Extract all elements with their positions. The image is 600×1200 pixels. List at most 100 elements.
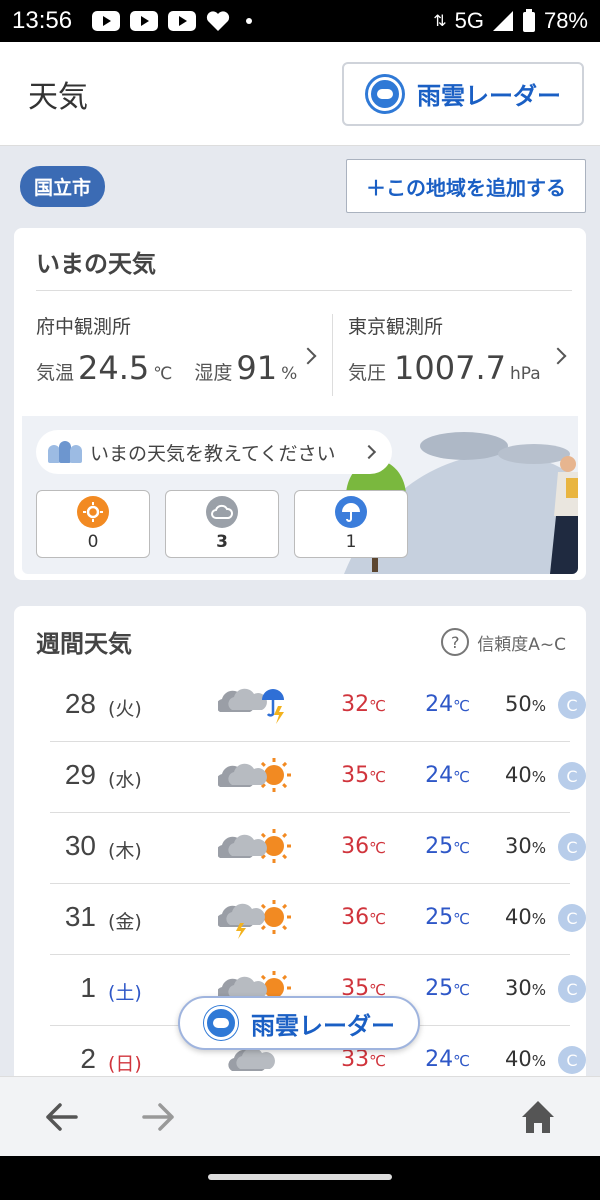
floating-rain-radar-label: 雨雲レーダー — [251, 1011, 395, 1040]
low-unit: ℃ — [453, 768, 470, 786]
weather-report-area: いまの天気を教えてください 0 3 1 — [22, 416, 578, 574]
reliability-badge: C — [558, 1046, 586, 1074]
high-value: 32 — [341, 692, 370, 717]
low-value: 24 — [425, 692, 454, 717]
high-unit: ℃ — [369, 910, 386, 928]
pressure-label: 気圧 — [348, 362, 387, 384]
status-right: ⇅ 5G 78% — [433, 8, 588, 34]
reliability-badge: C — [558, 691, 586, 719]
forecast-row[interactable]: 31 (金) 36℃ 25℃ 40% C — [50, 883, 586, 955]
location-row: 国立市 ＋この地域を追加する — [0, 146, 600, 226]
network-label: 5G — [454, 8, 484, 33]
precip-value: 40 — [505, 763, 532, 787]
help-icon: ? — [441, 628, 470, 656]
add-location-button[interactable]: ＋この地域を追加する — [346, 159, 586, 213]
reliability-badge: C — [558, 975, 586, 1003]
forecast-high: 35℃ — [306, 763, 386, 788]
forecast-date: 2 — [80, 1043, 96, 1074]
page-title: 天気 — [28, 79, 88, 115]
temp-label: 気温 — [36, 362, 75, 384]
forecast-precip: 50% — [470, 692, 546, 716]
current-weather-card: いまの天気 府中観測所 気温 24.5 ℃ 湿度 91 % 東京観測所 気圧 1… — [14, 228, 586, 580]
reliability-badge: C — [558, 904, 586, 932]
precip-value: 50 — [505, 692, 532, 716]
forecast-precip: 30% — [470, 834, 546, 858]
app-header: 天気 雨雲レーダー — [0, 42, 600, 146]
precip-value: 40 — [505, 905, 532, 929]
notification-icons — [92, 10, 253, 32]
back-arrow-icon[interactable] — [40, 1095, 84, 1139]
forecast-low: 25℃ — [390, 834, 470, 859]
precip-unit: % — [531, 981, 546, 999]
heart-icon — [206, 11, 230, 32]
temp-unit: ℃ — [153, 364, 173, 384]
forecast-high: 33℃ — [306, 1047, 386, 1072]
dot-icon — [246, 18, 253, 24]
forecast-day-of-week: (水) — [108, 769, 142, 791]
precip-value: 30 — [505, 976, 532, 1000]
forecast-day-of-week: (木) — [108, 840, 142, 862]
station-tokyo[interactable]: 東京観測所 気圧 1007.7 hPa — [348, 312, 578, 422]
youtube-icon — [92, 11, 121, 31]
forecast-precip: 40% — [470, 1047, 546, 1071]
pressure-unit: hPa — [509, 364, 541, 384]
current-weather-title: いまの天気 — [36, 250, 156, 278]
home-icon[interactable] — [516, 1095, 560, 1139]
station-name: 府中観測所 — [36, 316, 132, 338]
battery-label: 78% — [543, 8, 588, 33]
high-value: 36 — [341, 905, 370, 930]
chevron-right-icon — [361, 444, 377, 460]
data-arrows-icon: ⇅ — [433, 13, 447, 30]
high-value: 36 — [341, 834, 370, 859]
high-unit: ℃ — [369, 1052, 386, 1070]
forecast-high: 36℃ — [306, 834, 386, 859]
forecast-day-of-week: (火) — [108, 698, 142, 720]
temp-value: 24.5 — [78, 349, 150, 387]
status-time: 13:56 — [12, 7, 73, 34]
reliability-help[interactable]: ? 信頼度A~C — [441, 628, 566, 656]
divider — [332, 314, 333, 396]
forecast-high: 32℃ — [306, 692, 386, 717]
forecast-date: 30 — [64, 830, 96, 861]
low-unit: ℃ — [453, 839, 470, 857]
cloud-sun-icon — [218, 758, 291, 792]
high-unit: ℃ — [369, 768, 386, 786]
forecast-row[interactable]: 29 (水) 35℃ 24℃ 40% C — [50, 741, 586, 813]
forecast-day-of-week: (金) — [108, 911, 142, 933]
forecast-date: 1 — [80, 972, 96, 1003]
vote-cloudy[interactable]: 3 — [165, 490, 279, 558]
low-unit: ℃ — [453, 697, 470, 715]
location-badge: 国立市 — [20, 165, 106, 207]
low-unit: ℃ — [453, 1052, 470, 1070]
rain-radar-button[interactable]: 雨雲レーダー — [342, 61, 584, 126]
station-fuchu[interactable]: 府中観測所 気温 24.5 ℃ 湿度 91 % — [36, 312, 336, 422]
floating-rain-radar-button[interactable]: 雨雲レーダー — [178, 996, 420, 1050]
low-unit: ℃ — [453, 981, 470, 999]
youtube-icon — [130, 11, 159, 31]
forecast-precip: 40% — [470, 763, 546, 787]
forward-arrow-icon[interactable] — [136, 1095, 180, 1139]
gesture-bar — [0, 1156, 600, 1200]
forecast-row[interactable]: 28 (火) 32℃ 24℃ 50% C — [50, 670, 586, 742]
forecast-date: 29 — [64, 759, 96, 790]
forecast-precip: 40% — [470, 905, 546, 929]
sun-icon — [77, 496, 109, 528]
vote-sunny[interactable]: 0 — [36, 490, 150, 558]
signal-icon — [492, 11, 513, 31]
precip-value: 40 — [505, 1047, 532, 1071]
low-value: 24 — [425, 1047, 454, 1072]
report-weather-label: いまの天気を教えてください — [90, 442, 336, 465]
precip-unit: % — [531, 697, 546, 715]
browser-bottom-bar — [0, 1076, 600, 1156]
vote-rainy[interactable]: 1 — [294, 490, 408, 558]
forecast-row[interactable]: 30 (木) 36℃ 25℃ 30% C — [50, 812, 586, 884]
humidity-value: 91 — [236, 349, 278, 387]
vote-count: 1 — [345, 532, 357, 552]
gesture-pill[interactable] — [208, 1174, 392, 1180]
report-weather-button[interactable]: いまの天気を教えてください — [36, 430, 392, 474]
humidity-label: 湿度 — [194, 362, 233, 384]
cloud-icon — [206, 496, 238, 528]
low-unit: ℃ — [453, 910, 470, 928]
people-icon — [48, 441, 82, 463]
reliability-label: 信頼度A~C — [477, 634, 566, 655]
